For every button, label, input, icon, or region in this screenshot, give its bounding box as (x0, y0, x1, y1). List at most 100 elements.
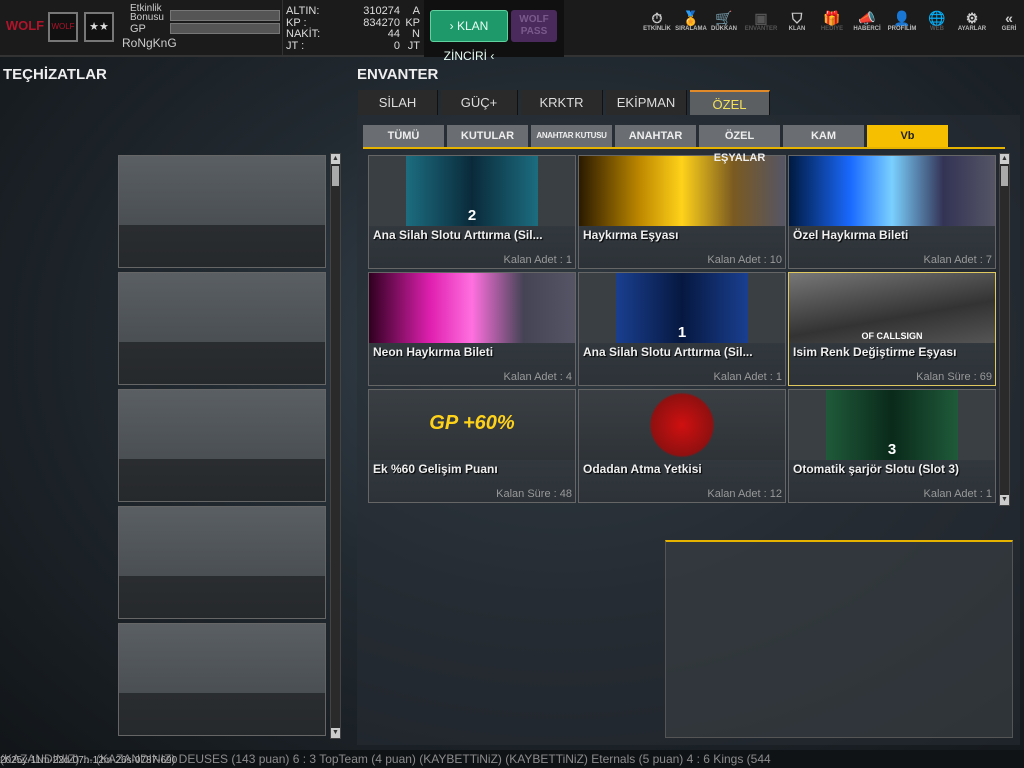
subtab-4[interactable]: ÖZEL EŞYALAR (699, 125, 780, 164)
tab-0[interactable]: SİLAH (358, 90, 438, 115)
nav-dükkan[interactable]: 🛒 DÜKKAN (705, 10, 743, 32)
currency-label: KP : (286, 16, 307, 29)
inventory-item[interactable]: 1 Ana Silah Slotu Arttırma (Sil... Kalan A… (578, 272, 786, 386)
gp-label: GP (130, 23, 146, 35)
subtab-0[interactable]: TÜMÜ (363, 125, 444, 147)
tab-1[interactable]: GÜÇ+ (441, 90, 518, 115)
currency-value: 44 (387, 28, 400, 40)
scroll-down-icon[interactable]: ▼ (1000, 495, 1009, 505)
ticker-text: (KAZANDINIZ) ... (KAZANDINIZ) DEUSES (14… (0, 752, 771, 766)
nav-label: KLAN (788, 26, 806, 32)
nav-label: GERİ (1001, 26, 1017, 32)
nav-icon: 🛒 (715, 10, 733, 26)
inventory-item[interactable]: OF CALLSIGN Isim Renk Değiştirme Eşyası Ka… (788, 272, 996, 386)
nav-hedi̇ye[interactable]: 🎁 HEDİYE (813, 10, 851, 32)
item-badge: GP +60% (429, 412, 515, 434)
inventory-item[interactable]: GP +60% Ek %60 Gelişim Puanı Kalan Süre : … (368, 389, 576, 503)
item-image (789, 156, 995, 226)
event-bonus-label: Etkinlik Bonusu (130, 3, 164, 23)
rank-badge: ★★ (84, 12, 114, 42)
item-image: OF CALLSIGN (789, 273, 995, 343)
inventory-item[interactable]: Haykırma Eşyası Kalan Adet : 10 (578, 155, 786, 269)
equipment-scrollbar[interactable]: ▲ ▼ (330, 153, 341, 739)
inventory-title: ENVANTER (357, 66, 439, 83)
item-details-panel (665, 540, 1013, 738)
match-results-ticker: 2025y-11m-22d-07h-12m-26s-0787-690 (KAZA… (0, 750, 1024, 768)
subtab-1[interactable]: KUTULAR (447, 125, 528, 147)
item-name: Haykırma Eşyası (583, 228, 679, 242)
subtab-5[interactable]: KAM (783, 125, 864, 147)
equipment-slot[interactable] (118, 155, 326, 268)
tab-4[interactable]: ÖZEL (690, 90, 770, 115)
nav-ayarlar[interactable]: ⚙ AYARLAR (953, 10, 991, 32)
game-logo: WOLF (5, 18, 45, 33)
currency-unit: KP (405, 16, 420, 29)
nav-web[interactable]: 🌐 WEB (918, 10, 956, 32)
inventory-item[interactable]: 3 Otomatik şarjör Slotu (Slot 3) Kalan Ade… (788, 389, 996, 503)
nav-icon: ▣ (754, 10, 768, 26)
item-name: Ana Silah Slotu Arttırma (Sil... (583, 345, 753, 359)
nav-label: ETKİNLİK (643, 26, 671, 32)
item-remaining: Kalan Süre : 48 (496, 488, 572, 500)
currency-unit: N (412, 28, 420, 40)
scroll-up-icon[interactable]: ▲ (331, 154, 340, 164)
item-badge: OF CALLSIGN (861, 331, 923, 341)
subtab-6[interactable]: Vb (867, 125, 948, 147)
nav-haberci̇[interactable]: 📣 HABERCİ (848, 10, 886, 32)
tab-3[interactable]: EKİPMAN (606, 90, 687, 115)
item-name: Isim Renk Değiştirme Eşyası (793, 345, 957, 359)
klan-chain-button[interactable]: › KLAN ZİNCİRİ ‹ (430, 10, 508, 63)
equipment-slot[interactable] (118, 272, 326, 385)
scroll-thumb[interactable] (332, 166, 339, 186)
nav-label: WEB (930, 26, 944, 32)
currency-unit: JT (407, 39, 420, 52)
item-image: 3 (789, 390, 995, 460)
nav-icon: 🌐 (928, 10, 946, 26)
wolf-pass-button[interactable]: WOLF PASS (511, 10, 557, 42)
nav-klan[interactable]: ⛉ KLAN (778, 10, 816, 32)
equipment-slot[interactable] (118, 389, 326, 502)
currency-value: 834270 (363, 16, 400, 29)
subtab-2[interactable]: ANAHTAR KUTUSU (531, 125, 612, 147)
inventory-item[interactable]: Odadan Atma Yetkisi Kalan Adet : 12 (578, 389, 786, 503)
currency-unit: A (412, 5, 420, 17)
nav-geri̇[interactable]: «GERİ (990, 10, 1024, 32)
scroll-thumb[interactable] (1001, 166, 1008, 186)
item-name: Ana Silah Slotu Arttırma (Sil... (373, 228, 543, 242)
nav-icon: ⚙ (965, 10, 979, 26)
nav-label: HEDİYE (820, 26, 844, 32)
scroll-up-icon[interactable]: ▲ (1000, 154, 1009, 164)
item-remaining: Kalan Adet : 1 (713, 371, 783, 383)
item-name: Neon Haykırma Bileti (373, 345, 494, 359)
tab-2[interactable]: KRKTR (521, 90, 603, 115)
item-image (369, 273, 575, 343)
equipment-slot[interactable] (118, 623, 326, 736)
inventory-item[interactable]: Neon Haykırma Bileti Kalan Adet : 4 (368, 272, 576, 386)
nav-icon: ⏱ (651, 10, 663, 26)
currency-label: ALTIN: (286, 5, 320, 17)
item-image: 1 (579, 273, 785, 343)
item-image (579, 390, 785, 460)
item-badge: 2 (467, 207, 477, 224)
inventory-item[interactable]: Özel Haykırma Bileti Kalan Adet : 7 (788, 155, 996, 269)
username: RoNgKnG (122, 36, 177, 50)
inventory-scrollbar[interactable]: ▲ ▼ (999, 153, 1010, 506)
item-badge: 1 (677, 324, 687, 341)
nav-etki̇nli̇k[interactable]: ⏱ ETKİNLİK (638, 10, 676, 32)
currency-label: NAKİT: (286, 28, 321, 40)
gp-bar (170, 23, 280, 34)
nav-envanter[interactable]: ▣ ENVANTER (742, 10, 780, 32)
item-name: Odadan Atma Yetkisi (583, 462, 702, 476)
scroll-down-icon[interactable]: ▼ (331, 728, 340, 738)
item-remaining: Kalan Adet : 12 (707, 488, 782, 500)
nav-label: SIRALAMA (675, 26, 707, 32)
equipment-slot[interactable] (118, 506, 326, 619)
event-bonus-bar (170, 10, 280, 21)
nav-icon: « (1005, 10, 1013, 26)
subtab-3[interactable]: ANAHTAR (615, 125, 696, 147)
nav-label: DÜKKAN (711, 26, 737, 32)
inventory-item[interactable]: 2 Ana Silah Slotu Arttırma (Sil... Kalan A… (368, 155, 576, 269)
nav-profi̇li̇m[interactable]: 👤 PROFİLİM (883, 10, 921, 32)
nav-label: ENVANTER (744, 26, 778, 32)
item-image: 2 (369, 156, 575, 226)
